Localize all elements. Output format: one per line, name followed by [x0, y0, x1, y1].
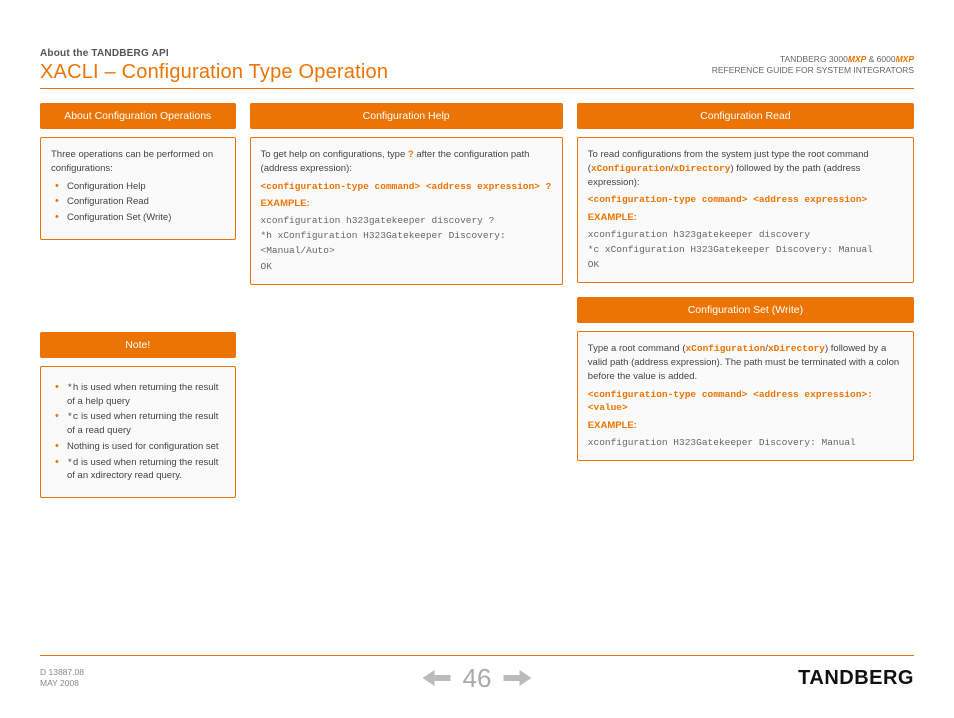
read-xdirectory: xDirectory: [673, 163, 730, 174]
card-header-set: Configuration Set (Write): [577, 297, 914, 323]
column-left: About Configuration Operations Three ope…: [40, 103, 236, 498]
footer-row: D 13887.08 MAY 2008 46 TANDBERG: [40, 662, 914, 694]
read-intro: To read configurations from the system j…: [588, 148, 903, 189]
read-example-label: EXAMPLE:: [588, 211, 903, 225]
arrow-left-icon: [423, 668, 451, 688]
doc-id: D 13887.08: [40, 667, 84, 678]
card-body-read: To read configurations from the system j…: [577, 137, 914, 283]
mxp-2: MXP: [896, 54, 914, 64]
about-li-3: Configuration Set (Write): [55, 211, 225, 225]
help-example-label: EXAMPLE:: [261, 197, 552, 211]
footer-rule: [40, 655, 914, 656]
card-config-read: Configuration Read To read configuration…: [577, 103, 914, 283]
card-header-note: Note!: [40, 332, 236, 358]
pager: 46: [423, 663, 532, 694]
help-code: xconfiguration h323gatekeeper discovery …: [261, 213, 552, 274]
read-xconfig: xConfiguration: [591, 163, 671, 174]
set-intro: Type a root command (xConfiguration/xDir…: [588, 342, 903, 383]
card-body-help: To get help on configurations, type ? af…: [250, 137, 563, 285]
set-xdirectory: xDirectory: [768, 343, 825, 354]
card-body-set: Type a root command (xConfiguration/xDir…: [577, 331, 914, 461]
prev-page-button[interactable]: [423, 668, 451, 688]
arrow-right-icon: [503, 668, 531, 688]
note-li-3: Nothing is used for configuration set: [55, 440, 225, 454]
about-li-1: Configuration Help: [55, 180, 225, 194]
footer: D 13887.08 MAY 2008 46 TANDBERG: [40, 655, 914, 694]
product-meta: TANDBERG 3000MXP & 6000MXP REFERENCE GUI…: [712, 54, 914, 76]
note-li-4: *d is used when returning the result of …: [55, 456, 225, 484]
page-header: About the TANDBERG API XACLI – Configura…: [40, 48, 914, 84]
set-xconfig: xConfiguration: [685, 343, 765, 354]
mxp-1: MXP: [848, 54, 866, 64]
card-config-set: Configuration Set (Write) Type a root co…: [577, 297, 914, 461]
header-rule: [40, 88, 914, 89]
next-page-button[interactable]: [503, 668, 531, 688]
set-syntax: <configuration-type command> <address ex…: [588, 388, 903, 416]
note-list: *h is used when returning the result of …: [51, 381, 225, 483]
note-li-4-text: is used when returning the result of an …: [67, 457, 218, 482]
note-li-2-code: *c: [67, 411, 78, 422]
about-list: Configuration Help Configuration Read Co…: [51, 180, 225, 225]
column-right: Configuration Read To read configuration…: [577, 103, 914, 498]
note-li-1: *h is used when returning the result of …: [55, 381, 225, 409]
set-code: xconfiguration H323Gatekeeper Discovery:…: [588, 435, 903, 450]
brand-logo: TANDBERG: [798, 667, 914, 690]
card-body-about: Three operations can be performed on con…: [40, 137, 236, 240]
card-header-help: Configuration Help: [250, 103, 563, 129]
note-li-1-text: is used when returning the result of a h…: [67, 382, 218, 407]
amp: &: [866, 54, 876, 64]
card-header-read: Configuration Read: [577, 103, 914, 129]
read-syntax: <configuration-type command> <address ex…: [588, 193, 903, 207]
card-header-about: About Configuration Operations: [40, 103, 236, 129]
help-syntax: <configuration-type command> <address ex…: [261, 180, 552, 194]
card-note: Note! *h is used when returning the resu…: [40, 332, 236, 498]
read-code: xconfiguration h323gatekeeper discovery …: [588, 227, 903, 273]
note-li-1-code: *h: [67, 382, 78, 393]
note-li-2: *c is used when returning the result of …: [55, 410, 225, 438]
help-intro: To get help on configurations, type ? af…: [261, 148, 552, 176]
content-columns: About Configuration Operations Three ope…: [40, 103, 914, 498]
reference-guide-label: REFERENCE GUIDE FOR SYSTEM INTEGRATORS: [712, 65, 914, 76]
card-about-config-ops: About Configuration Operations Three ope…: [40, 103, 236, 240]
note-li-2-text: is used when returning the result of a r…: [67, 411, 218, 436]
doc-meta: D 13887.08 MAY 2008: [40, 667, 84, 689]
card-config-help: Configuration Help To get help on config…: [250, 103, 563, 285]
about-li-2: Configuration Read: [55, 195, 225, 209]
about-intro: Three operations can be performed on con…: [51, 148, 225, 176]
column-middle: Configuration Help To get help on config…: [250, 103, 563, 498]
set-example-label: EXAMPLE:: [588, 419, 903, 433]
doc-date: MAY 2008: [40, 678, 84, 689]
product-name-2: 6000: [877, 54, 896, 64]
note-li-4-code: *d: [67, 457, 78, 468]
card-body-note: *h is used when returning the result of …: [40, 366, 236, 498]
page-number: 46: [463, 663, 492, 694]
product-name-1: TANDBERG 3000: [780, 54, 848, 64]
